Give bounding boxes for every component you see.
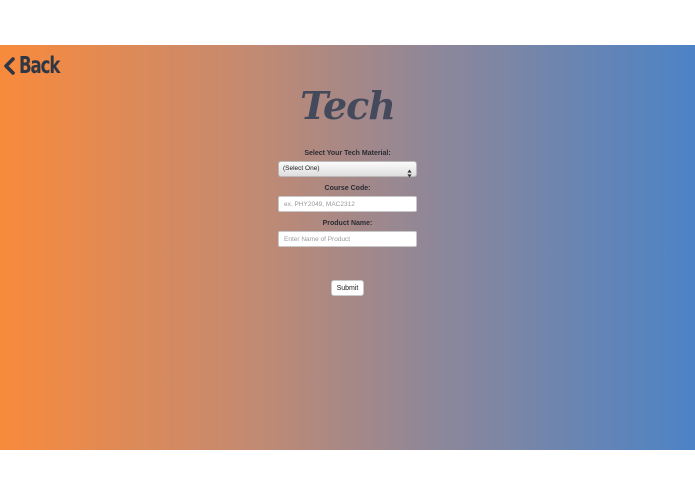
chevron-left-icon [2,56,16,76]
back-link[interactable]: Back [2,54,75,78]
submit-button[interactable]: Submit [331,280,364,296]
material-select[interactable]: (Select One) [278,161,417,178]
material-select-value: (Select One) [283,165,320,172]
back-label: Back [19,53,60,79]
course-code-input[interactable] [278,196,417,212]
course-code-label: Course Code: [324,185,371,192]
select-arrows-icon [407,165,412,178]
page-background: Back Tech Select Your Tech Material: (Se… [0,45,695,450]
material-form: Select Your Tech Material: (Select One) … [278,149,417,247]
material-label: Select Your Tech Material: [304,150,391,157]
product-name-input[interactable] [278,231,417,247]
product-name-label: Product Name: [322,220,373,227]
page-title: Tech [300,83,396,128]
